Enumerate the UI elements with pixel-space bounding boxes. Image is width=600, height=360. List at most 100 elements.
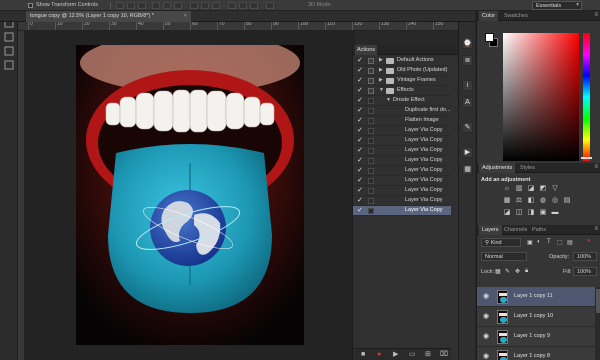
action-row[interactable]: ✓ ▶ Default Actions bbox=[353, 56, 451, 66]
checkmark-icon[interactable]: ✓ bbox=[357, 187, 363, 195]
color-picker-field[interactable] bbox=[503, 33, 579, 161]
layer-row[interactable]: ◉ Layer 1 copy 11 bbox=[477, 287, 595, 307]
tab-color[interactable]: Color bbox=[479, 11, 499, 21]
eye-icon[interactable]: ◉ bbox=[483, 313, 489, 321]
channel-mixer-icon[interactable]: ◎ bbox=[551, 197, 559, 205]
filter-shape-icon[interactable]: ⬚ bbox=[557, 239, 563, 246]
dialog-toggle-icon[interactable] bbox=[368, 208, 374, 214]
distribute-top-button[interactable] bbox=[190, 2, 198, 9]
tab-swatches[interactable]: Swatches bbox=[501, 11, 531, 21]
checkmark-icon[interactable]: ✓ bbox=[357, 137, 363, 145]
dialog-toggle-icon[interactable] bbox=[368, 128, 374, 134]
dialog-toggle-icon[interactable] bbox=[368, 78, 374, 84]
properties-icon[interactable]: ≣ bbox=[462, 55, 473, 66]
action-row[interactable]: ✓ Layer Via Copy bbox=[353, 136, 451, 146]
show-transform-checkbox[interactable] bbox=[28, 3, 33, 8]
panel-menu-icon[interactable]: ≡ bbox=[594, 226, 598, 232]
dialog-toggle-icon[interactable] bbox=[368, 188, 374, 194]
dialog-toggle-icon[interactable] bbox=[368, 88, 374, 94]
checkmark-icon[interactable]: ✓ bbox=[357, 87, 363, 95]
color-balance-icon[interactable]: ⚖ bbox=[515, 197, 523, 205]
expand-right-icon[interactable]: ▶ bbox=[379, 77, 383, 83]
action-row[interactable]: ✓ Layer Via Copy bbox=[353, 196, 451, 206]
hue-slider-handle[interactable] bbox=[581, 157, 592, 159]
curves-icon[interactable]: ◪ bbox=[527, 185, 535, 193]
action-row[interactable]: ✓ Layer Via Copy bbox=[353, 126, 451, 136]
foreground-color-swatch[interactable] bbox=[485, 33, 494, 42]
close-icon[interactable]: × bbox=[184, 13, 187, 19]
dialog-toggle-icon[interactable] bbox=[368, 108, 374, 114]
lock-brush-icon[interactable]: ✎ bbox=[505, 268, 510, 275]
eye-icon[interactable]: ◉ bbox=[483, 353, 489, 360]
checkmark-icon[interactable]: ✓ bbox=[357, 197, 363, 205]
color-lookup-icon[interactable]: ▤ bbox=[563, 197, 571, 205]
distribute-vcenter-button[interactable] bbox=[201, 2, 209, 9]
scrollbar-thumb[interactable] bbox=[596, 289, 600, 313]
tool-icons[interactable] bbox=[0, 11, 18, 360]
threshold-icon[interactable]: ◨ bbox=[527, 209, 535, 217]
layers-scrollbar[interactable] bbox=[595, 287, 600, 360]
align-hcenter-button[interactable] bbox=[163, 2, 171, 9]
action-row[interactable]: ✓ Flatten Image bbox=[353, 116, 451, 126]
dialog-toggle-icon[interactable] bbox=[368, 148, 374, 154]
dialog-toggle-icon[interactable] bbox=[368, 198, 374, 204]
black-white-icon[interactable]: ◧ bbox=[527, 197, 535, 205]
dialog-toggle-icon[interactable] bbox=[368, 138, 374, 144]
eye-icon[interactable]: ◉ bbox=[483, 293, 489, 301]
action-row[interactable]: ✓ Layer Via Copy bbox=[353, 166, 451, 176]
lock-position-icon[interactable]: ✥ bbox=[515, 268, 520, 275]
layer-filter-kind[interactable]: ⚲ Kind bbox=[481, 238, 521, 247]
checkmark-icon[interactable]: ✓ bbox=[357, 77, 363, 85]
checkmark-icon[interactable]: ✓ bbox=[357, 207, 363, 215]
dialog-toggle-icon[interactable] bbox=[368, 178, 374, 184]
fill-field[interactable]: 100% bbox=[573, 267, 597, 276]
exposure-icon[interactable]: ◩ bbox=[539, 185, 547, 193]
checkmark-icon[interactable]: ✓ bbox=[357, 157, 363, 165]
photo-filter-icon[interactable]: ◍ bbox=[539, 197, 547, 205]
checkmark-icon[interactable]: ✓ bbox=[357, 167, 363, 175]
distribute-bottom-button[interactable] bbox=[212, 2, 220, 9]
checkmark-icon[interactable]: ✓ bbox=[357, 107, 363, 115]
filter-toggle-icon[interactable]: ● bbox=[587, 238, 591, 244]
selective-color-icon[interactable]: ▣ bbox=[539, 209, 547, 217]
workspace-dropdown[interactable]: Essentials ▾ bbox=[532, 1, 582, 10]
new-set-icon[interactable]: ▭ bbox=[409, 351, 416, 359]
checkmark-icon[interactable]: ✓ bbox=[357, 57, 363, 65]
invert-icon[interactable]: ◪ bbox=[503, 209, 511, 217]
action-row[interactable]: ✓ Layer Via Copy bbox=[353, 156, 451, 166]
lock-all-icon[interactable]: 🔒︎ bbox=[525, 268, 528, 275]
dialog-toggle-icon[interactable] bbox=[368, 158, 374, 164]
action-row[interactable]: ✓ Layer Via Copy bbox=[353, 206, 451, 216]
expand-down-icon[interactable]: ▼ bbox=[386, 97, 391, 103]
posterize-icon[interactable]: ◫ bbox=[515, 209, 523, 217]
lock-transparent-icon[interactable]: ▦ bbox=[495, 268, 501, 275]
distribute-right-button[interactable] bbox=[250, 2, 258, 9]
dialog-toggle-icon[interactable] bbox=[368, 68, 374, 74]
distribute-hcenter-button[interactable] bbox=[239, 2, 247, 9]
document-canvas[interactable] bbox=[76, 45, 304, 345]
action-row[interactable]: ✓ ▶ Old Photo (Updated) bbox=[353, 66, 451, 76]
tab-paths[interactable]: Paths bbox=[529, 225, 549, 235]
distribute-left-button[interactable] bbox=[228, 2, 236, 9]
dialog-toggle-icon[interactable] bbox=[368, 118, 374, 124]
dialog-toggle-icon[interactable] bbox=[368, 98, 374, 104]
brightness-icon[interactable]: ☼ bbox=[503, 185, 511, 193]
stop-icon[interactable]: ■ bbox=[361, 351, 365, 359]
checkmark-icon[interactable]: ✓ bbox=[357, 177, 363, 185]
layer-row[interactable]: ◉ Layer 1 copy 8 bbox=[477, 347, 595, 360]
panel-menu-icon[interactable]: ≡ bbox=[594, 12, 598, 18]
action-row[interactable]: ✓ ▼ Effects bbox=[353, 86, 451, 96]
play-icon[interactable]: ▶ bbox=[393, 351, 398, 359]
tab-adjustments[interactable]: Adjustments bbox=[479, 163, 516, 173]
action-row[interactable]: ✓ Duplicate first do... bbox=[353, 106, 451, 116]
new-action-icon[interactable]: ⊞ bbox=[425, 351, 431, 359]
checkmark-icon[interactable]: ✓ bbox=[357, 127, 363, 135]
brush-icon[interactable]: ✎ bbox=[462, 122, 473, 133]
expand-right-icon[interactable]: ▶ bbox=[379, 67, 383, 73]
align-vcenter-button[interactable] bbox=[127, 2, 135, 9]
history-icon[interactable]: ⌚ bbox=[462, 38, 473, 49]
align-right-button[interactable] bbox=[174, 2, 182, 9]
hue-slider[interactable] bbox=[583, 33, 590, 161]
filter-type-icon[interactable]: T bbox=[547, 239, 551, 245]
actions-play-icon[interactable]: ▶ bbox=[462, 147, 473, 158]
